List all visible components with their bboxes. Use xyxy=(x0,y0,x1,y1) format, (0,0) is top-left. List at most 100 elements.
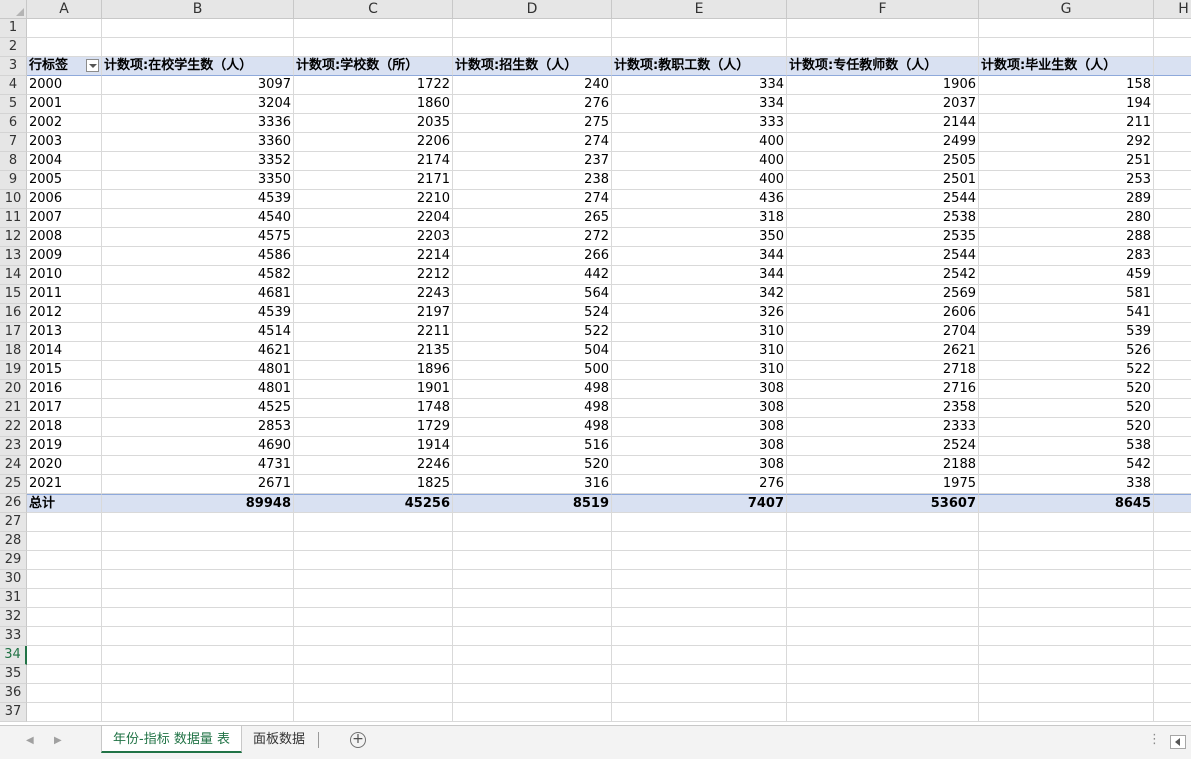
cell[interactable] xyxy=(1154,475,1191,494)
column-header-c[interactable]: C xyxy=(294,0,453,19)
value-cell[interactable]: 308 xyxy=(612,380,787,399)
cell[interactable] xyxy=(1154,266,1191,285)
empty-cell[interactable] xyxy=(453,19,612,38)
value-cell[interactable]: 400 xyxy=(612,152,787,171)
empty-cell[interactable] xyxy=(1154,589,1191,608)
empty-cell[interactable] xyxy=(787,627,979,646)
empty-cell[interactable] xyxy=(979,589,1154,608)
empty-cell[interactable] xyxy=(453,703,612,722)
empty-cell[interactable] xyxy=(1154,703,1191,722)
value-cell[interactable]: 292 xyxy=(979,133,1154,152)
value-cell[interactable]: 1860 xyxy=(294,95,453,114)
value-cell[interactable]: 308 xyxy=(612,399,787,418)
value-cell[interactable]: 334 xyxy=(612,95,787,114)
empty-cell[interactable] xyxy=(787,665,979,684)
row-header-16[interactable]: 16 xyxy=(0,304,27,323)
value-cell[interactable]: 2174 xyxy=(294,152,453,171)
cell[interactable] xyxy=(1154,323,1191,342)
row-header-18[interactable]: 18 xyxy=(0,342,27,361)
value-cell[interactable]: 1975 xyxy=(787,475,979,494)
empty-cell[interactable] xyxy=(102,684,294,703)
value-cell[interactable]: 2853 xyxy=(102,418,294,437)
empty-cell[interactable] xyxy=(979,38,1154,57)
year-cell[interactable]: 2016 xyxy=(27,380,102,399)
cell[interactable] xyxy=(1154,228,1191,247)
value-cell[interactable]: 2524 xyxy=(787,437,979,456)
value-cell[interactable]: 2501 xyxy=(787,171,979,190)
value-cell[interactable]: 4801 xyxy=(102,380,294,399)
value-cell[interactable]: 308 xyxy=(612,437,787,456)
row-header-8[interactable]: 8 xyxy=(0,152,27,171)
value-cell[interactable]: 4525 xyxy=(102,399,294,418)
value-cell[interactable]: 2544 xyxy=(787,190,979,209)
year-cell[interactable]: 2013 xyxy=(27,323,102,342)
pivot-column-header[interactable]: 计数项:在校学生数（人） xyxy=(102,57,294,76)
value-cell[interactable]: 350 xyxy=(612,228,787,247)
empty-cell[interactable] xyxy=(294,589,453,608)
row-header-25[interactable]: 25 xyxy=(0,475,27,494)
value-cell[interactable]: 2606 xyxy=(787,304,979,323)
value-cell[interactable]: 1722 xyxy=(294,76,453,95)
row-header-10[interactable]: 10 xyxy=(0,190,27,209)
empty-cell[interactable] xyxy=(294,532,453,551)
row-header-31[interactable]: 31 xyxy=(0,589,27,608)
empty-cell[interactable] xyxy=(27,589,102,608)
empty-cell[interactable] xyxy=(102,608,294,627)
value-cell[interactable]: 520 xyxy=(979,380,1154,399)
row-header-35[interactable]: 35 xyxy=(0,665,27,684)
total-value-cell[interactable]: 8519 xyxy=(453,494,612,513)
total-value-cell[interactable]: 45256 xyxy=(294,494,453,513)
spreadsheet-grid[interactable]: ABCDEFGH 1 2 3 4 5 6 7 8 9 10 11 12 13 14 15 16 17 18 19 20… xyxy=(0,0,1191,725)
empty-cell[interactable] xyxy=(1154,532,1191,551)
value-cell[interactable]: 289 xyxy=(979,190,1154,209)
year-cell[interactable]: 2009 xyxy=(27,247,102,266)
value-cell[interactable]: 344 xyxy=(612,266,787,285)
empty-cell[interactable] xyxy=(102,703,294,722)
value-cell[interactable]: 2243 xyxy=(294,285,453,304)
value-cell[interactable]: 240 xyxy=(453,76,612,95)
empty-cell[interactable] xyxy=(294,513,453,532)
empty-cell[interactable] xyxy=(294,627,453,646)
column-header-b[interactable]: B xyxy=(102,0,294,19)
empty-cell[interactable] xyxy=(453,627,612,646)
value-cell[interactable]: 500 xyxy=(453,361,612,380)
empty-cell[interactable] xyxy=(612,19,787,38)
row-header-15[interactable]: 15 xyxy=(0,285,27,304)
value-cell[interactable]: 251 xyxy=(979,152,1154,171)
empty-cell[interactable] xyxy=(27,38,102,57)
empty-cell[interactable] xyxy=(612,513,787,532)
value-cell[interactable]: 2212 xyxy=(294,266,453,285)
empty-cell[interactable] xyxy=(102,570,294,589)
empty-cell[interactable] xyxy=(453,684,612,703)
sheet-tab-panel-data[interactable]: 面板数据 xyxy=(242,726,316,753)
empty-cell[interactable] xyxy=(979,684,1154,703)
value-cell[interactable]: 2621 xyxy=(787,342,979,361)
empty-cell[interactable] xyxy=(787,646,979,665)
row-header-2[interactable]: 2 xyxy=(0,38,27,57)
value-cell[interactable]: 308 xyxy=(612,456,787,475)
cell[interactable] xyxy=(1154,342,1191,361)
empty-cell[interactable] xyxy=(27,627,102,646)
year-cell[interactable]: 2020 xyxy=(27,456,102,475)
year-cell[interactable]: 2018 xyxy=(27,418,102,437)
empty-cell[interactable] xyxy=(27,570,102,589)
value-cell[interactable]: 522 xyxy=(979,361,1154,380)
empty-cell[interactable] xyxy=(979,551,1154,570)
cell[interactable] xyxy=(1154,152,1191,171)
empty-cell[interactable] xyxy=(1154,38,1191,57)
value-cell[interactable]: 539 xyxy=(979,323,1154,342)
empty-cell[interactable] xyxy=(27,551,102,570)
cell[interactable] xyxy=(1154,380,1191,399)
row-header-37[interactable]: 37 xyxy=(0,703,27,722)
value-cell[interactable]: 2206 xyxy=(294,133,453,152)
column-header-g[interactable]: G xyxy=(979,0,1154,19)
empty-cell[interactable] xyxy=(787,513,979,532)
year-cell[interactable]: 2010 xyxy=(27,266,102,285)
row-header-30[interactable]: 30 xyxy=(0,570,27,589)
empty-cell[interactable] xyxy=(979,513,1154,532)
value-cell[interactable]: 238 xyxy=(453,171,612,190)
empty-cell[interactable] xyxy=(1154,684,1191,703)
value-cell[interactable]: 2704 xyxy=(787,323,979,342)
row-header-21[interactable]: 21 xyxy=(0,399,27,418)
empty-cell[interactable] xyxy=(453,551,612,570)
